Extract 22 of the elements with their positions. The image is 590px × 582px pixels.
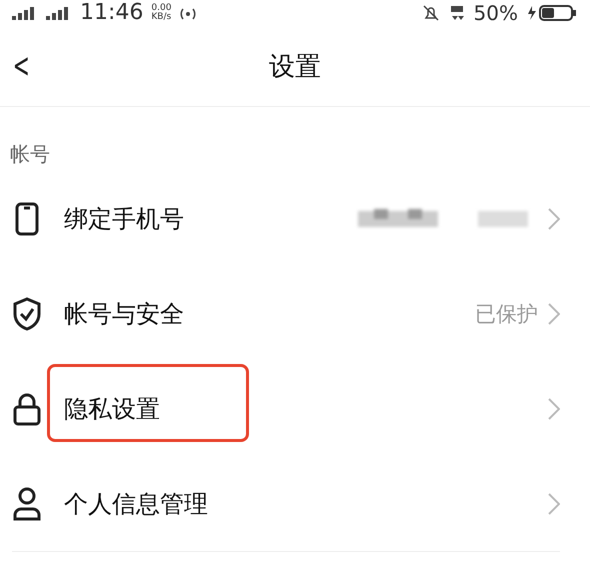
row-label[interactable]: 绑定手机号 <box>64 202 184 234</box>
speed-unit: KB/s <box>151 13 172 22</box>
bell-muted-icon <box>422 4 440 22</box>
row-value: 已保护 <box>475 300 538 328</box>
page-title: 设置 <box>269 50 321 84</box>
row-label[interactable]: 隐私设置 <box>64 392 160 424</box>
chevron-right-icon <box>548 302 560 324</box>
back-button[interactable]: < <box>12 46 28 86</box>
lock-icon <box>12 390 42 426</box>
section-title: 帐号 <box>9 141 51 168</box>
row-label[interactable]: 帐号与安全 <box>64 298 184 330</box>
speed-value: 0.00 <box>151 4 172 13</box>
chevron-right-icon <box>548 398 560 420</box>
status-time: 11:46 <box>80 2 144 24</box>
row-label[interactable]: 个人信息管理 <box>64 488 208 520</box>
chevron-right-icon <box>548 492 560 514</box>
shield-icon <box>12 296 42 332</box>
chevron-right-icon <box>548 208 560 230</box>
hotspot-icon <box>179 6 198 20</box>
battery-charging-icon <box>526 4 578 22</box>
battery-percent: 50% <box>474 3 518 23</box>
person-icon <box>12 486 42 522</box>
